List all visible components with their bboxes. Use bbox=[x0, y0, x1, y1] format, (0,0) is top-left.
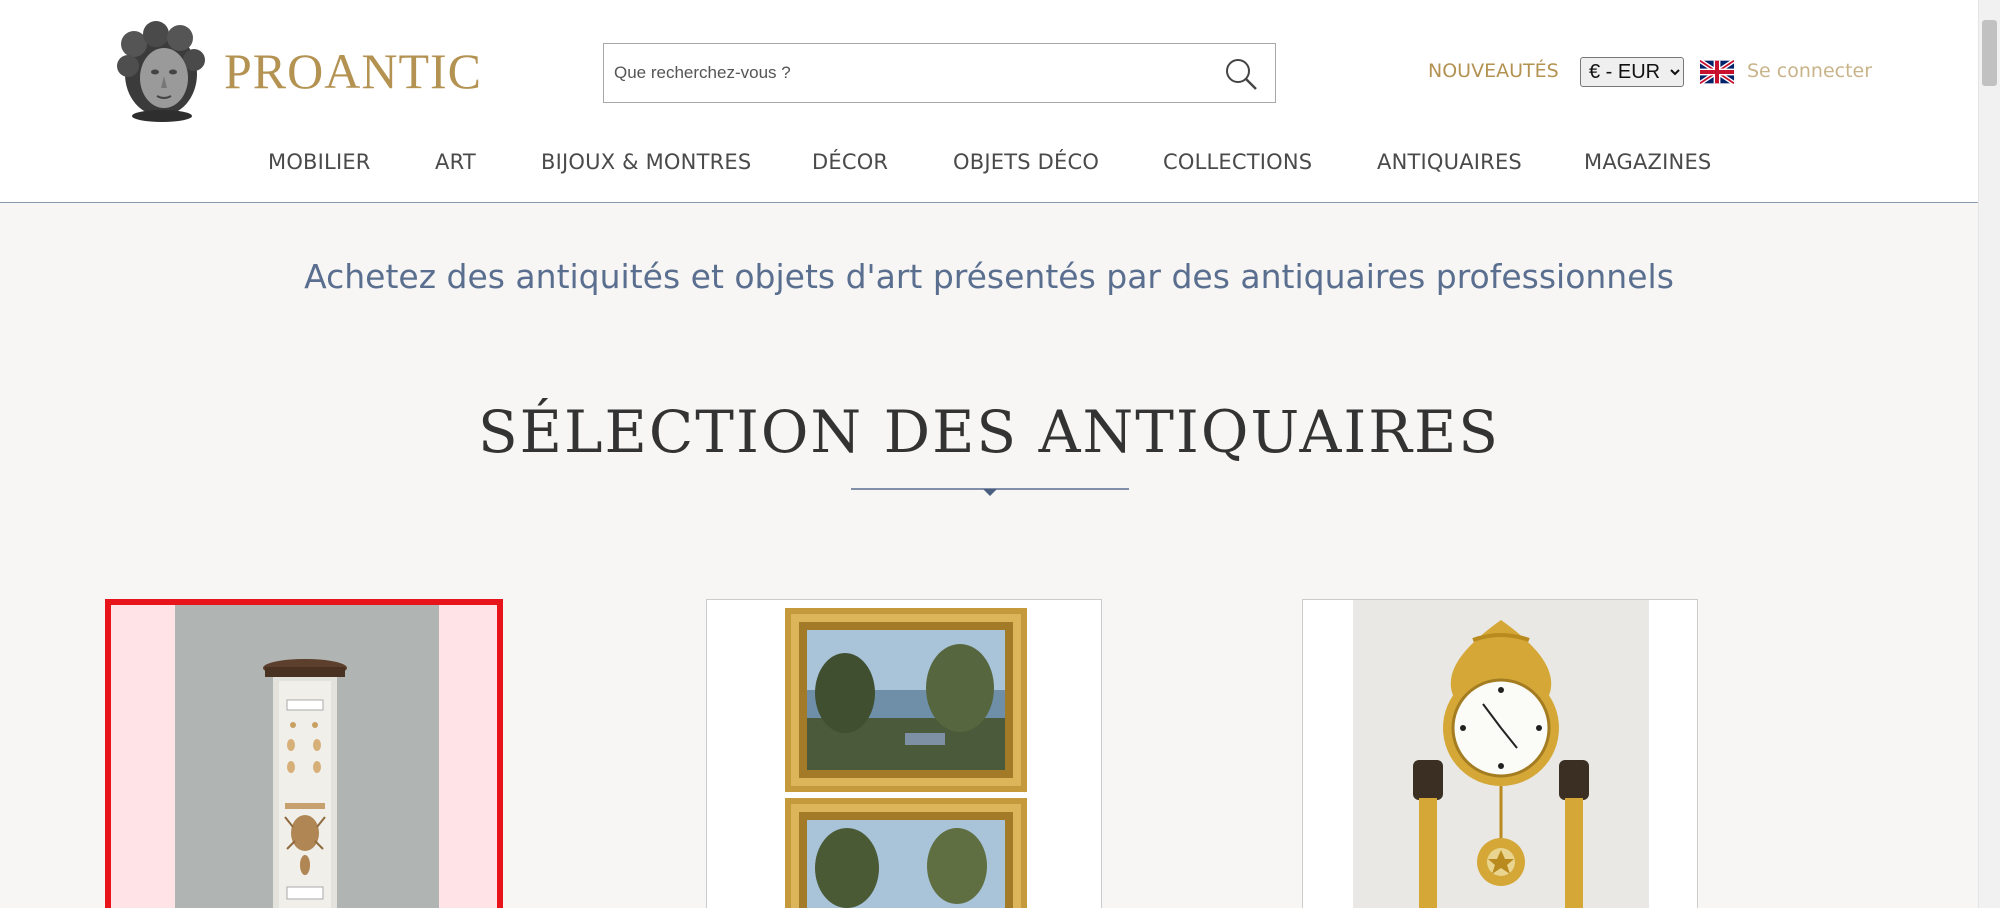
nav-item-art[interactable]: ART bbox=[435, 150, 476, 174]
title-divider bbox=[851, 488, 1129, 496]
product-card-2[interactable] bbox=[706, 599, 1102, 908]
product-card-3[interactable] bbox=[1302, 599, 1698, 908]
main-nav: MOBILIER ART BIJOUX & MONTRES DÉCOR OBJE… bbox=[0, 150, 1978, 180]
cherub-head-logo-icon bbox=[117, 21, 205, 122]
site-logo[interactable]: PROANTIC bbox=[112, 20, 482, 122]
new-arrivals-link[interactable]: NOUVEAUTÉS bbox=[1428, 60, 1559, 82]
nav-item-magazines[interactable]: MAGAZINES bbox=[1584, 150, 1711, 174]
gilt-bronze-portico-clock-image bbox=[1353, 600, 1649, 908]
uk-flag-icon[interactable] bbox=[1700, 60, 1734, 84]
currency-select[interactable]: € - EUR bbox=[1580, 57, 1684, 87]
login-link[interactable]: Se connecter bbox=[1747, 60, 1872, 82]
nav-item-antiquaires[interactable]: ANTIQUAIRES bbox=[1377, 150, 1522, 174]
scrollbar-thumb[interactable] bbox=[1982, 20, 1997, 86]
nav-item-decor[interactable]: DÉCOR bbox=[812, 150, 888, 174]
nav-item-bijoux-montres[interactable]: BIJOUX & MONTRES bbox=[541, 150, 751, 174]
page-scrollbar[interactable] bbox=[1978, 0, 2000, 908]
framed-landscape-paintings-pair-image bbox=[785, 608, 1027, 908]
nav-item-mobilier[interactable]: MOBILIER bbox=[268, 150, 371, 174]
search-input[interactable] bbox=[614, 58, 1204, 88]
product-card-1[interactable] bbox=[105, 599, 503, 908]
search-icon[interactable] bbox=[1223, 56, 1259, 92]
glass-specimen-display-case-image bbox=[175, 605, 439, 908]
brand-name: PROANTIC bbox=[224, 43, 483, 99]
search-bar bbox=[603, 43, 1276, 103]
section-title: SÉLECTION DES ANTIQUAIRES bbox=[477, 398, 1501, 466]
nav-item-objets-deco[interactable]: OBJETS DÉCO bbox=[953, 150, 1099, 174]
nav-item-collections[interactable]: COLLECTIONS bbox=[1163, 150, 1312, 174]
site-header: PROANTIC NOUVEAUTÉS € - EUR Se connecter… bbox=[0, 0, 1978, 203]
page-tagline: Achetez des antiquités et objets d'art p… bbox=[304, 257, 1674, 296]
